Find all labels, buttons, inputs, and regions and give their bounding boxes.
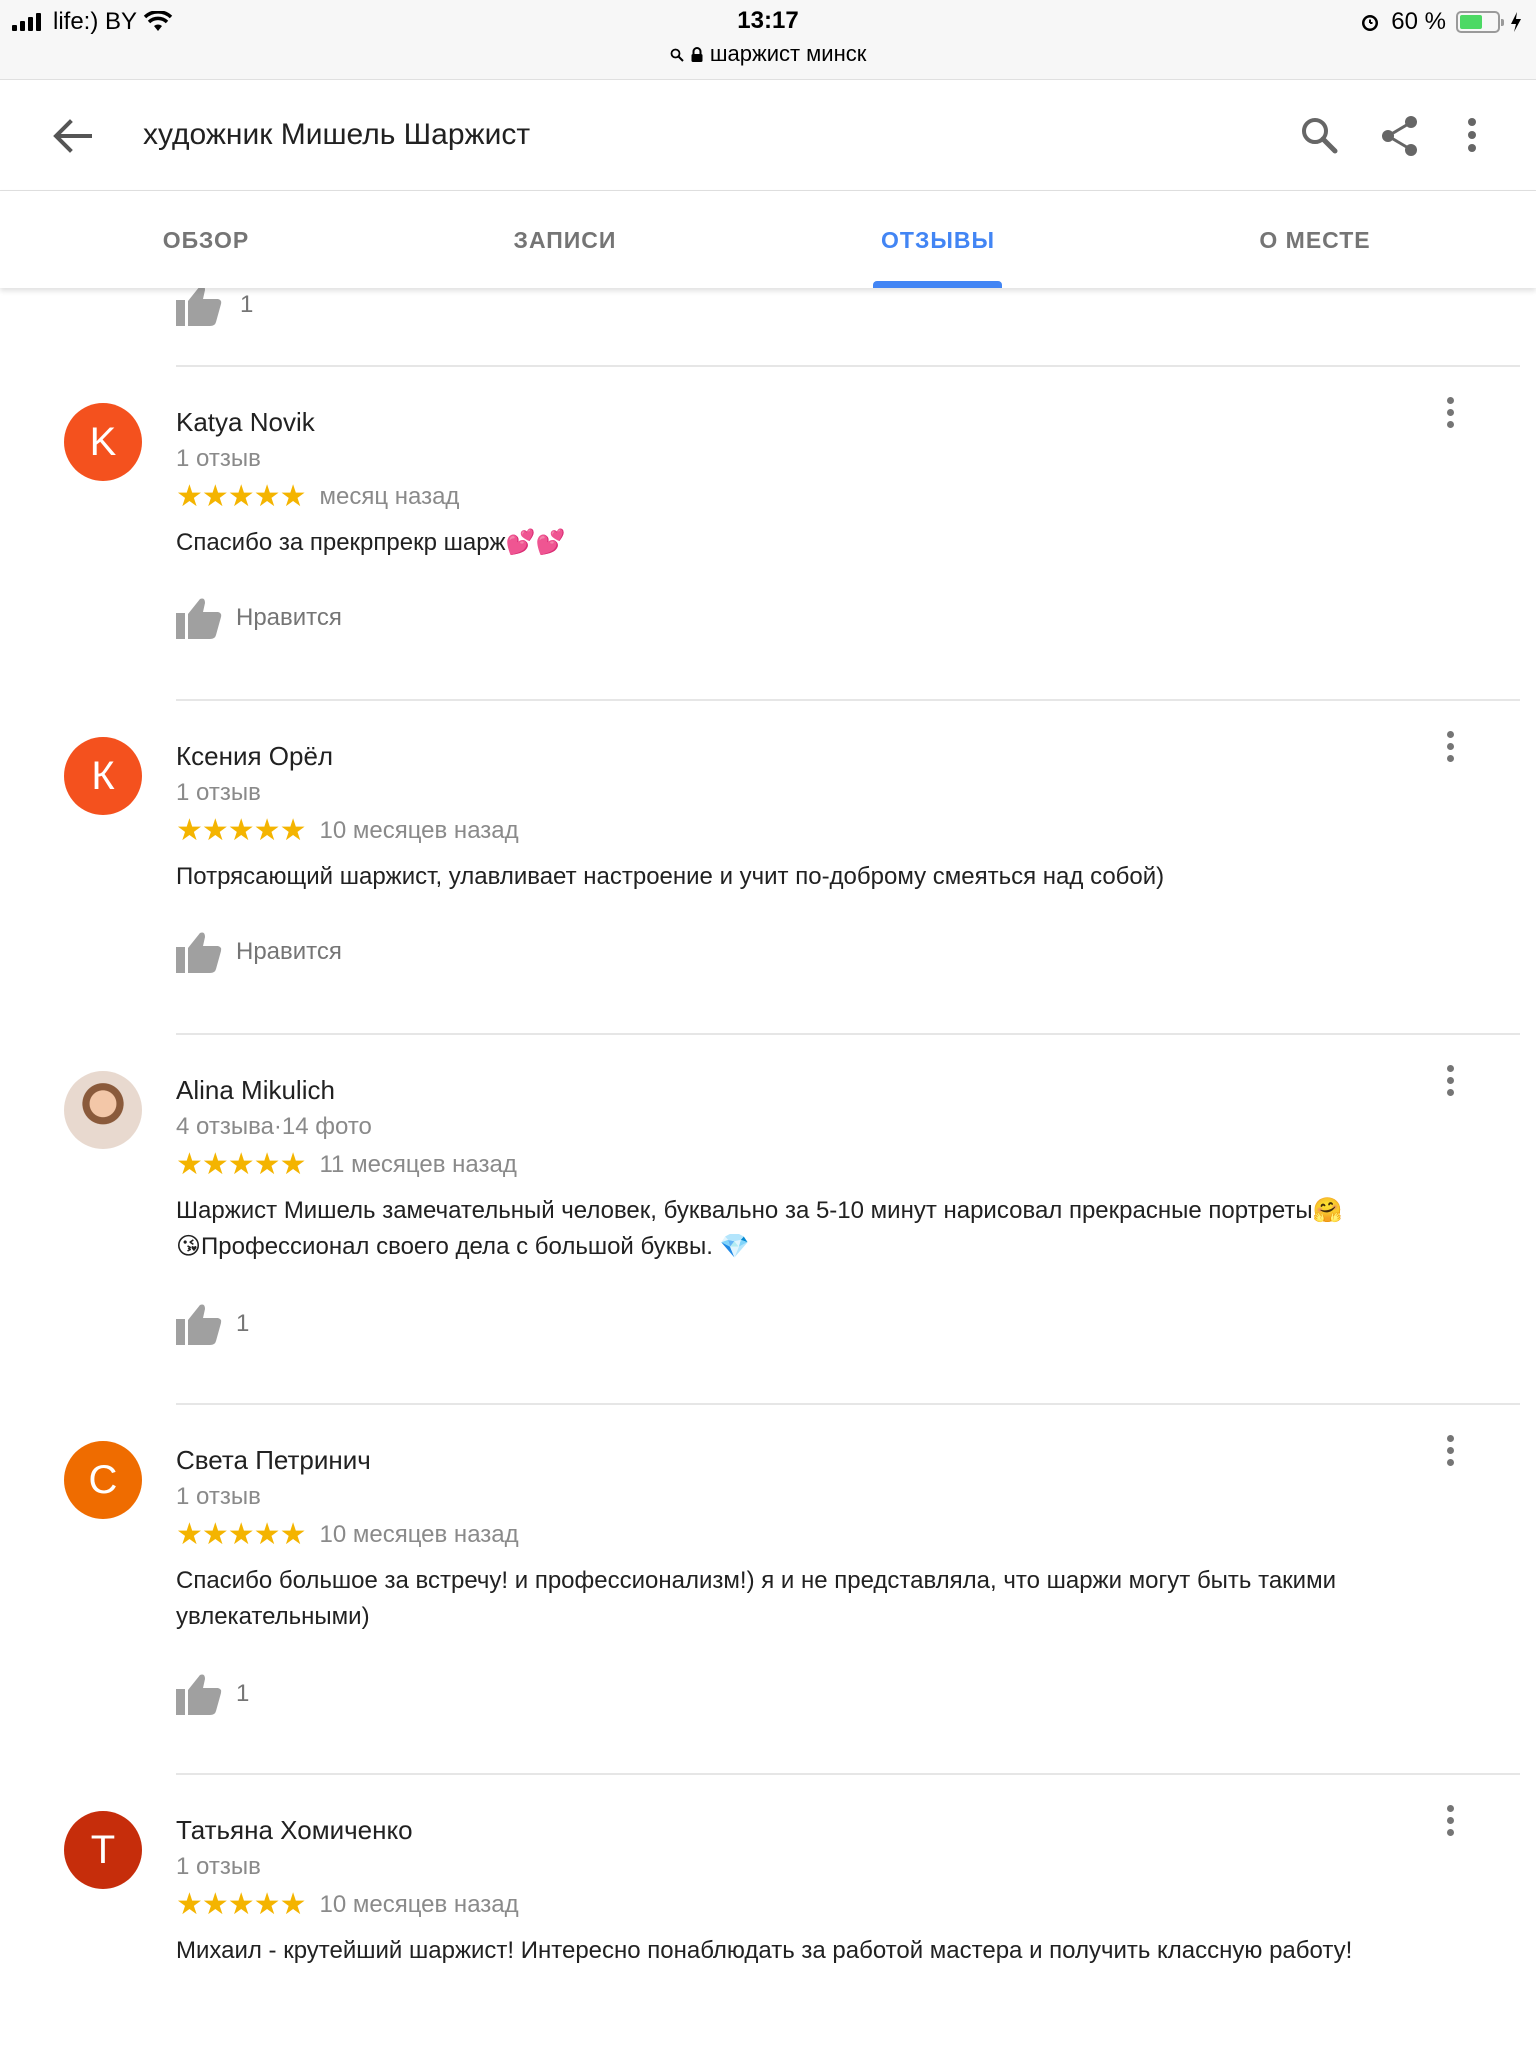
rating-row: ★★★★★ 10 месяцев назад bbox=[176, 1517, 519, 1552]
lock-icon bbox=[691, 47, 703, 63]
app-bar: художник Мишель Шаржист bbox=[0, 79, 1536, 191]
review-date: месяц назад bbox=[319, 482, 460, 510]
review-date: 11 месяцев назад bbox=[319, 1150, 517, 1178]
review-more-icon[interactable] bbox=[1441, 397, 1459, 429]
like-count: 1 bbox=[236, 1680, 250, 1707]
like-count: 1 bbox=[236, 1310, 250, 1337]
review-text: Потрясающий шаржист, улавливает настроен… bbox=[176, 863, 1165, 890]
review-author-meta: 4 отзыва·14 фото bbox=[176, 1113, 372, 1140]
review-more-icon[interactable] bbox=[1441, 1435, 1459, 1467]
tab-reviews[interactable]: ОТЗЫВЫ bbox=[848, 227, 1028, 254]
rating-stars: ★★★★★ bbox=[176, 1888, 306, 1921]
like-label: Нравится bbox=[236, 938, 342, 965]
avatar[interactable]: Т bbox=[64, 1811, 142, 1889]
active-tab-indicator bbox=[873, 281, 1002, 288]
review-date: 10 месяцев назад bbox=[319, 1520, 519, 1548]
review-text: Шаржист Мишель замечательный человек, бу… bbox=[176, 1197, 1343, 1260]
thumb-up-icon bbox=[176, 1674, 222, 1715]
thumb-up-icon bbox=[176, 1304, 222, 1345]
rating-row: ★★★★★ месяц назад bbox=[176, 479, 459, 514]
like-label: Нравится bbox=[236, 604, 342, 631]
review-author[interactable]: Ксения Орёл bbox=[176, 741, 333, 772]
review-author[interactable]: Татьяна Хомиченко bbox=[176, 1815, 413, 1846]
avatar[interactable]: С bbox=[64, 1441, 142, 1519]
back-arrow-icon[interactable] bbox=[42, 110, 102, 162]
share-icon[interactable] bbox=[1374, 110, 1426, 162]
status-time: 13:17 bbox=[737, 7, 799, 34]
like-button[interactable]: Нравится bbox=[176, 597, 342, 639]
tab-posts[interactable]: ЗАПИСИ bbox=[460, 227, 670, 254]
status-right: 60 % bbox=[1359, 8, 1522, 36]
reviews-list: 1 K Katya Novik 1 отзыв ★★★★★ месяц наза… bbox=[0, 288, 1536, 2048]
review-more-icon[interactable] bbox=[1441, 731, 1459, 763]
divider bbox=[176, 699, 1520, 701]
search-icon[interactable] bbox=[1294, 110, 1346, 162]
charging-icon bbox=[1511, 12, 1521, 32]
review-author-meta: 1 отзыв bbox=[176, 445, 261, 472]
rating-row: ★★★★★ 11 месяцев назад bbox=[176, 1147, 517, 1182]
review-author[interactable]: Katya Novik bbox=[176, 407, 315, 438]
review-author-meta: 1 отзыв bbox=[176, 1483, 261, 1510]
thumb-up-icon bbox=[176, 598, 222, 639]
battery-icon bbox=[1456, 11, 1504, 33]
review-more-icon[interactable] bbox=[1441, 1065, 1459, 1097]
review-date: 10 месяцев назад bbox=[319, 1890, 519, 1918]
url-text: шаржист минск bbox=[709, 41, 867, 66]
avatar[interactable]: K bbox=[64, 403, 142, 481]
tab-about[interactable]: О МЕСТЕ bbox=[1210, 227, 1420, 254]
tab-overview[interactable]: ОБЗОР bbox=[100, 227, 312, 254]
review-text: Спасибо за прекрпрекр шарж💕💕 bbox=[176, 529, 566, 556]
review-author-meta: 1 отзыв bbox=[176, 779, 261, 806]
avatar[interactable]: К bbox=[64, 737, 142, 815]
like-button[interactable]: Нравится bbox=[176, 931, 342, 973]
thumb-up-icon bbox=[176, 932, 222, 973]
rating-stars: ★★★★★ bbox=[176, 480, 306, 513]
review-author[interactable]: Света Петринич bbox=[176, 1445, 371, 1476]
rating-stars: ★★★★★ bbox=[176, 814, 306, 847]
like-button[interactable]: 1 bbox=[176, 288, 253, 326]
thumb-up-icon bbox=[176, 288, 222, 326]
review-text: Спасибо большое за встречу! и профессион… bbox=[176, 1567, 1336, 1630]
more-vert-icon[interactable] bbox=[1446, 110, 1498, 162]
rating-stars: ★★★★★ bbox=[176, 1148, 306, 1181]
rating-stars: ★★★★★ bbox=[176, 1518, 306, 1551]
url-bar[interactable]: шаржист минск bbox=[0, 41, 1536, 67]
alarm-icon bbox=[1362, 15, 1379, 31]
avatar-photo[interactable] bbox=[64, 1071, 142, 1149]
divider bbox=[176, 365, 1520, 367]
review-text: Михаил - крутейший шаржист! Интересно по… bbox=[176, 1937, 1353, 1964]
divider bbox=[176, 1033, 1520, 1035]
search-small-icon bbox=[670, 48, 684, 62]
status-bar: life:) BY 13:17 шаржист минск 60 % bbox=[0, 0, 1536, 79]
review-author[interactable]: Alina Mikulich bbox=[176, 1075, 335, 1106]
like-button[interactable]: 1 bbox=[176, 1303, 249, 1345]
review-author-meta: 1 отзыв bbox=[176, 1853, 261, 1880]
battery-percent: 60 % bbox=[1391, 8, 1446, 35]
tab-bar: ОБЗОР ЗАПИСИ ОТЗЫВЫ О МЕСТЕ bbox=[0, 191, 1536, 288]
divider bbox=[176, 1403, 1520, 1405]
rating-row: ★★★★★ 10 месяцев назад bbox=[176, 1887, 519, 1922]
place-title: художник Мишель Шаржист bbox=[143, 118, 531, 151]
review-date: 10 месяцев назад bbox=[319, 816, 519, 844]
like-button[interactable]: 1 bbox=[176, 1673, 249, 1715]
review-more-icon[interactable] bbox=[1441, 1805, 1459, 1837]
like-count: 1 bbox=[240, 291, 254, 318]
rating-row: ★★★★★ 10 месяцев назад bbox=[176, 813, 519, 848]
divider bbox=[176, 1773, 1520, 1775]
